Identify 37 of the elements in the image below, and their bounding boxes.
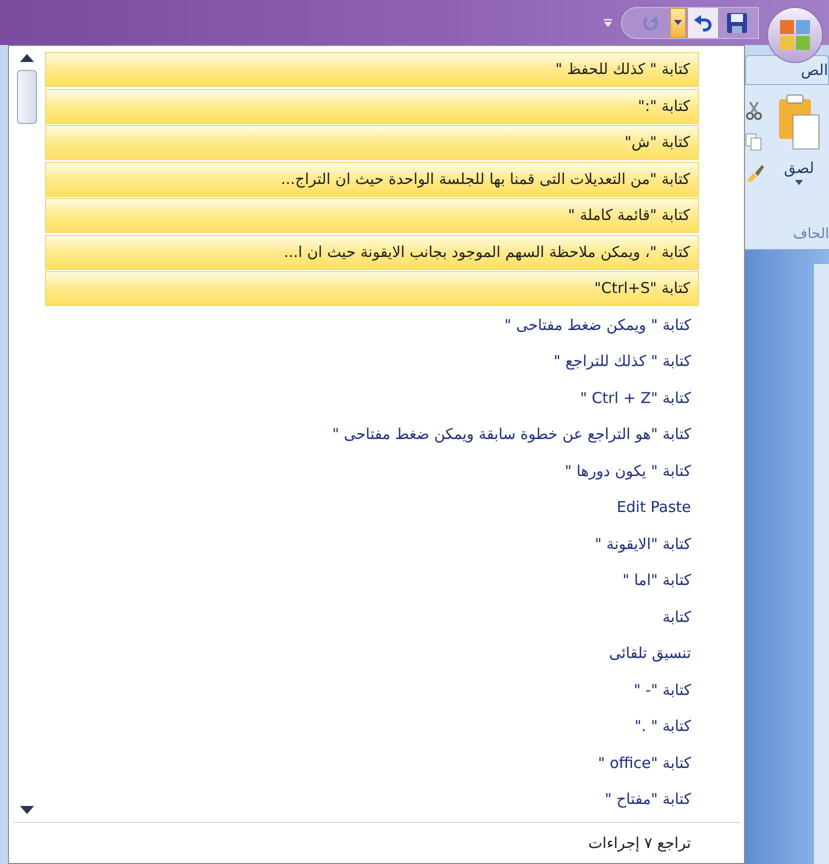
scroll-up-icon[interactable] [20, 54, 34, 62]
undo-history-item[interactable]: كتابة [45, 600, 699, 634]
undo-history-item[interactable]: كتابة "من التعديلات التى قمنا بها للجلسة الواحدة حيث ان التراج... [45, 162, 699, 196]
undo-history-item[interactable]: تنسيق تلقائى [45, 636, 699, 671]
undo-history-item[interactable]: كتابة "هو التراجع عن خطوة سابقة ويمكن ضغط مفتاحى " [45, 417, 699, 452]
redo-icon [642, 14, 660, 32]
undo-history-item[interactable]: كتابة " كذلك للحفظ " [45, 52, 699, 87]
undo-count-label: تراجع ٧ إجراءات [588, 832, 692, 854]
office-logo-icon [778, 18, 812, 52]
brush-icon [745, 163, 765, 183]
undo-history-item[interactable]: كتابة "اما " [45, 563, 699, 598]
undo-history-item[interactable]: كتابة "مفتاح " [45, 782, 699, 817]
undo-history-item[interactable]: كتابة "ش" [45, 125, 699, 160]
undo-history-item[interactable]: كتابة " ." [45, 709, 699, 744]
undo-icon [693, 14, 713, 32]
ribbon-tab[interactable]: الص [745, 55, 829, 85]
undo-history-item[interactable]: كتابة "Ctrl+S" [45, 271, 699, 306]
undo-history-item[interactable]: كتابة " يكون دورها " [45, 454, 699, 488]
undo-history-item[interactable]: كتابة "قائمة كاملة " [45, 198, 699, 233]
undo-history-item[interactable]: كتابة "الايقونة " [45, 526, 699, 562]
undo-button[interactable] [688, 8, 718, 38]
undo-history-item[interactable]: Edit Paste [45, 490, 699, 525]
caret-icon [603, 18, 613, 28]
paste-label: لصق [784, 158, 814, 179]
undo-history-item[interactable]: كتابة " ويمكن ضغط مفتاحى " [45, 308, 699, 342]
caret-icon [674, 20, 682, 26]
undo-history-item[interactable]: كتابة "- " [45, 672, 699, 708]
group-label: الحاف [792, 225, 829, 244]
undo-history-item[interactable]: كتابة ":" [45, 88, 699, 124]
undo-history-item[interactable]: كتابة "office " [45, 746, 699, 780]
scroll-down-icon[interactable] [20, 806, 34, 814]
caret-icon [795, 180, 803, 184]
scroll-thumb[interactable] [17, 70, 37, 124]
undo-dropdown-button[interactable] [670, 8, 686, 38]
undo-history-item[interactable]: كتابة "، ويمكن ملاحظة السهم الموجود بجانب الايقونة حيث ان ا... [45, 234, 699, 270]
undo-history-item[interactable]: كتابة "Ctrl + Z " [45, 380, 699, 416]
undo-history-item[interactable]: كتابة " كذلك للتراجع " [45, 344, 699, 379]
